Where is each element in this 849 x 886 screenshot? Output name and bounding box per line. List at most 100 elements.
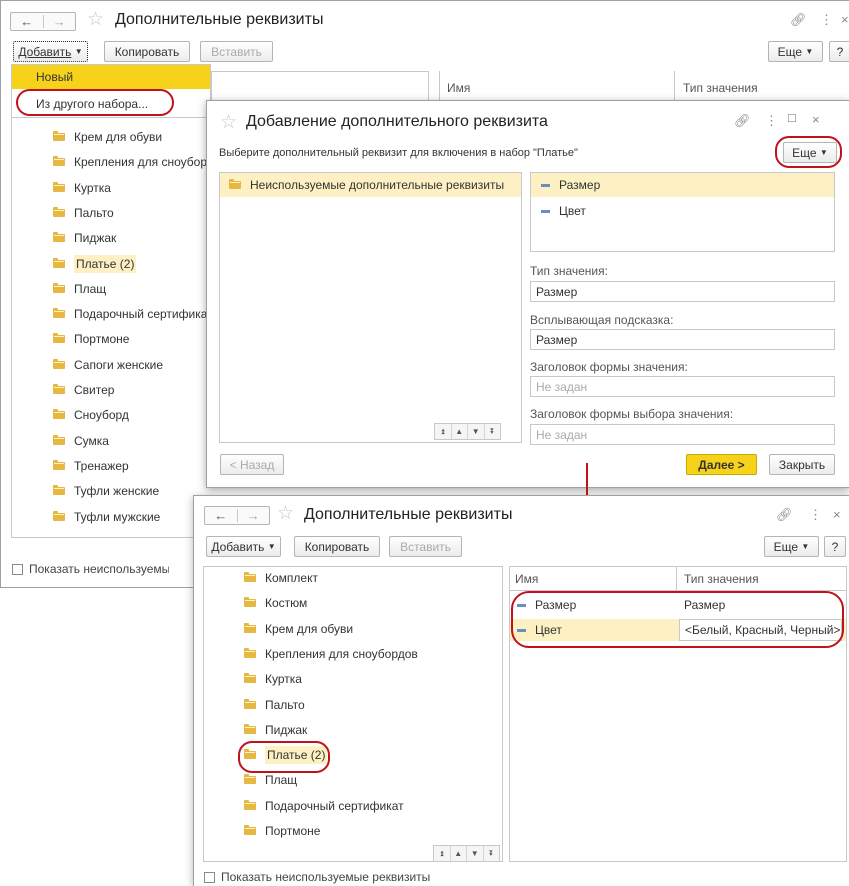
tree-item[interactable]: Тренажер: [53, 456, 208, 476]
tree-scroll-buttons[interactable]: ⏫︎ ▲ ▼ ⏬︎: [433, 845, 500, 862]
link-icon[interactable]: 🔗︎: [734, 114, 751, 127]
scroll-bottom-icon[interactable]: ⏬︎: [485, 424, 501, 439]
close-icon[interactable]: ×: [841, 13, 849, 26]
folder-icon: [244, 673, 256, 684]
folder-icon: [53, 257, 65, 268]
table-header-divider: [674, 71, 675, 103]
add-button[interactable]: Добавить ▼: [206, 536, 281, 557]
more-vertical-icon[interactable]: ⋮: [820, 13, 833, 26]
paste-button[interactable]: Вставить: [200, 41, 273, 62]
list-scroll-buttons[interactable]: ⏫︎ ▲ ▼ ⏬︎: [434, 423, 501, 440]
tree-item[interactable]: Пальто: [244, 695, 305, 715]
value-type-field[interactable]: Размер: [530, 281, 835, 302]
tree-item[interactable]: Портмоне: [53, 329, 208, 349]
forward-arrow-icon[interactable]: →: [238, 508, 270, 523]
tree-item[interactable]: Свитер: [53, 380, 208, 400]
tree-item[interactable]: Пальто: [53, 203, 208, 223]
dialog-add-attribute: ☆ Добавление дополнительного реквизита 🔗…: [206, 100, 849, 488]
form-header-label: Заголовок формы значения:: [530, 360, 688, 374]
scroll-down-icon[interactable]: ▼: [468, 424, 485, 439]
tooltip-field[interactable]: Размер: [530, 329, 835, 350]
folder-icon: [53, 131, 65, 141]
maximize-icon[interactable]: ☐: [787, 114, 797, 125]
scroll-top-icon[interactable]: ⏫︎: [435, 424, 452, 439]
show-unused-label: Показать неиспользуемые реквизиты: [29, 562, 169, 576]
tree-item[interactable]: Комплект: [244, 568, 318, 588]
tree-item[interactable]: Крем для обуви: [244, 619, 353, 639]
forward-arrow-icon[interactable]: →: [44, 14, 76, 29]
close-icon[interactable]: ×: [812, 113, 820, 126]
tree-item[interactable]: Платье (2): [53, 254, 208, 274]
more-button[interactable]: Еще ▼: [768, 41, 823, 62]
tree-item[interactable]: Сумка: [53, 431, 208, 451]
dialog-title: Добавление дополнительного реквизита: [246, 113, 548, 130]
help-button[interactable]: ?: [824, 536, 846, 557]
paste-button[interactable]: Вставить: [389, 536, 462, 557]
tree-item[interactable]: Сноуборд: [53, 405, 208, 425]
nav-buttons[interactable]: ← →: [10, 12, 76, 31]
column-header-value-type: Тип значения: [684, 572, 759, 586]
tree-item[interactable]: Туфли мужские: [53, 507, 208, 527]
add-button[interactable]: Добавить ▼: [13, 41, 88, 62]
more-vertical-icon[interactable]: ⋮: [809, 508, 822, 521]
show-unused-checkbox[interactable]: [12, 564, 23, 575]
link-icon[interactable]: 🔗︎: [790, 13, 807, 26]
tree-item[interactable]: Подарочный сертификат: [244, 796, 404, 816]
tree-item[interactable]: Костюм: [244, 593, 307, 613]
folder-icon: [53, 206, 65, 217]
tree-item[interactable]: Сапоги женские: [53, 355, 208, 375]
star-icon[interactable]: ☆: [220, 113, 237, 132]
close-icon[interactable]: ×: [833, 508, 841, 521]
show-unused-checkbox[interactable]: [204, 872, 215, 883]
tree-item[interactable]: Плащ: [53, 279, 208, 299]
next-button[interactable]: Далее >: [686, 454, 757, 475]
close-button[interactable]: Закрыть: [769, 454, 835, 475]
tree-item[interactable]: Пиджак: [53, 228, 208, 248]
scroll-up-icon[interactable]: ▲: [452, 424, 468, 439]
tree-item[interactable]: Крепления для сноубордов: [53, 152, 208, 172]
copy-button[interactable]: Копировать: [104, 41, 190, 62]
form-header-field[interactable]: Не задан: [530, 376, 835, 397]
tree-item[interactable]: Куртка: [244, 669, 302, 689]
folder-icon: [53, 409, 65, 420]
tree-item[interactable]: Подарочный сертификат: [53, 304, 208, 324]
tree-item[interactable]: Туфли женские: [53, 481, 208, 501]
tree-item[interactable]: Пиджак: [244, 720, 307, 740]
tree-item[interactable]: Портмоне: [244, 821, 320, 841]
scroll-down-icon[interactable]: ▼: [467, 846, 484, 861]
folder-icon: [53, 459, 65, 470]
tree-item[interactable]: Крем для обуви: [53, 127, 208, 147]
more-button[interactable]: Еще ▼: [764, 536, 819, 557]
scroll-up-icon[interactable]: ▲: [451, 846, 467, 861]
back-arrow-icon[interactable]: ←: [11, 14, 43, 29]
folder-icon: [53, 384, 65, 394]
tooltip-label: Всплывающая подсказка:: [530, 313, 674, 327]
show-unused-label: Показать неиспользуемые реквизиты: [221, 870, 431, 884]
column-header-name: Имя: [515, 572, 539, 586]
folder-icon: [244, 597, 256, 608]
back-button[interactable]: < Назад: [220, 454, 284, 475]
tree-item[interactable]: Крепления для сноубордов: [244, 644, 418, 664]
star-icon[interactable]: ☆: [277, 504, 294, 523]
help-button[interactable]: ?: [829, 41, 849, 62]
menu-item-new-label: Новый: [36, 70, 74, 84]
back-arrow-icon[interactable]: ←: [205, 508, 237, 523]
list-item[interactable]: Размер: [541, 175, 600, 195]
copy-button[interactable]: Копировать: [294, 536, 380, 557]
annotation-oval: [775, 136, 842, 168]
annotation-oval: [16, 89, 174, 116]
attribute-icon: [541, 183, 550, 187]
list-item[interactable]: Неиспользуемые дополнительные реквизиты: [229, 175, 504, 195]
scroll-top-icon[interactable]: ⏫︎: [434, 846, 451, 861]
folder-icon: [53, 333, 65, 344]
nav-buttons[interactable]: ← →: [204, 506, 270, 525]
more-vertical-icon[interactable]: ⋮: [765, 114, 778, 127]
annotation-oval: [238, 741, 330, 773]
link-icon[interactable]: 🔗︎: [776, 508, 793, 521]
choice-header-field[interactable]: Не задан: [530, 424, 835, 445]
scroll-bottom-icon[interactable]: ⏬︎: [484, 846, 500, 861]
list-item[interactable]: Цвет: [541, 201, 586, 221]
tree-item[interactable]: Куртка: [53, 178, 208, 198]
tree-item[interactable]: Плащ: [244, 770, 297, 790]
star-icon[interactable]: ☆: [87, 10, 104, 29]
